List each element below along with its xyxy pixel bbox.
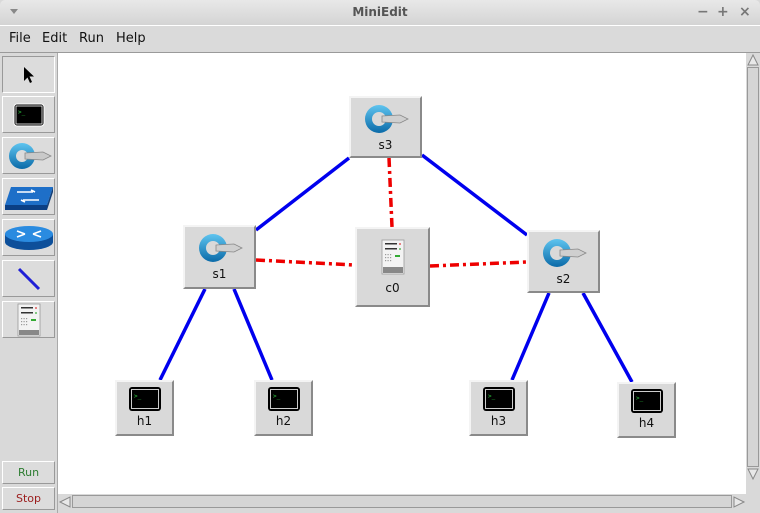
tool-link[interactable] — [2, 260, 55, 297]
tool-controller[interactable] — [2, 301, 55, 338]
stop-button[interactable]: Stop — [2, 487, 55, 510]
title-bar: MiniEdit − + × — [0, 0, 760, 26]
control-link-c0-s3[interactable] — [387, 157, 394, 228]
link-icon — [14, 264, 44, 294]
tool-select[interactable] — [2, 56, 55, 93]
vertical-scrollbar[interactable] — [746, 53, 760, 494]
router-icon — [3, 222, 55, 254]
control-link-c0-s1[interactable] — [255, 258, 356, 267]
run-button[interactable]: Run — [2, 461, 55, 484]
scroll-right-icon[interactable] — [732, 495, 746, 509]
maximize-button[interactable]: + — [717, 4, 729, 20]
data-link-s2-h4[interactable] — [581, 292, 634, 383]
close-button[interactable]: × — [739, 4, 751, 20]
terminal-icon: >_ — [482, 386, 516, 412]
horizontal-scroll-thumb[interactable] — [72, 495, 732, 508]
node-h3[interactable]: >_ h3 — [469, 380, 528, 436]
menu-help[interactable]: Help — [116, 31, 146, 46]
tool-host[interactable]: >_ — [2, 96, 55, 133]
node-h1[interactable]: >_ h1 — [115, 380, 174, 436]
switch-icon — [5, 140, 53, 172]
node-s1[interactable]: s1 — [183, 225, 256, 289]
node-label: h3 — [490, 414, 507, 428]
tool-router[interactable] — [2, 219, 55, 256]
data-link-s3-s1[interactable] — [254, 156, 351, 232]
pointer-arrow-icon — [22, 66, 36, 84]
tool-palette: >_ Run Stop — [0, 53, 58, 513]
scroll-up-icon[interactable] — [746, 53, 760, 67]
svg-text:>_: >_ — [636, 395, 644, 402]
minimize-button[interactable]: − — [697, 4, 709, 20]
menu-edit[interactable]: Edit — [42, 31, 67, 46]
legacy-switch-icon — [3, 181, 55, 213]
control-link-c0-s2[interactable] — [429, 260, 528, 268]
scroll-left-icon[interactable] — [58, 495, 72, 509]
menu-run[interactable]: Run — [79, 31, 104, 46]
terminal-icon: >_ — [267, 386, 301, 412]
controller-server-icon — [381, 239, 405, 275]
scroll-down-icon[interactable] — [746, 467, 760, 481]
node-c0[interactable]: c0 — [355, 227, 430, 307]
menu-bar: File Edit Run Help — [0, 26, 760, 53]
node-s2[interactable]: s2 — [527, 230, 600, 293]
svg-text:>_: >_ — [18, 109, 26, 116]
terminal-icon: >_ — [13, 103, 45, 127]
horizontal-scrollbar[interactable] — [58, 494, 746, 510]
node-label: h2 — [275, 414, 292, 428]
node-h2[interactable]: >_ h2 — [254, 380, 313, 436]
svg-text:>_: >_ — [488, 393, 496, 400]
data-link-s2-h3[interactable] — [510, 292, 551, 381]
tool-switch[interactable] — [2, 137, 55, 174]
node-label: s3 — [378, 138, 393, 152]
terminal-icon: >_ — [630, 388, 664, 414]
data-link-s3-s2[interactable] — [420, 153, 529, 237]
terminal-icon: >_ — [128, 386, 162, 412]
switch-icon — [540, 236, 588, 270]
stop-label: Stop — [15, 492, 41, 505]
svg-text:>_: >_ — [134, 393, 142, 400]
node-label: s1 — [212, 267, 227, 281]
controller-server-icon — [17, 303, 41, 337]
switch-icon — [362, 102, 410, 136]
menu-file[interactable]: File — [9, 31, 31, 46]
node-label: h1 — [136, 414, 153, 428]
svg-text:>_: >_ — [273, 393, 281, 400]
node-label: c0 — [385, 281, 400, 295]
node-label: s2 — [556, 272, 571, 286]
node-h4[interactable]: >_ h4 — [617, 382, 676, 438]
tool-legacy-switch[interactable] — [2, 178, 55, 215]
window-title: MiniEdit — [352, 5, 408, 19]
data-link-s1-h1[interactable] — [158, 288, 207, 381]
switch-icon — [196, 231, 244, 265]
data-link-s1-h2[interactable] — [232, 288, 274, 381]
vertical-scroll-thumb[interactable] — [747, 67, 759, 467]
node-s3[interactable]: s3 — [349, 96, 422, 158]
node-label: h4 — [638, 416, 655, 430]
run-label: Run — [17, 466, 40, 479]
